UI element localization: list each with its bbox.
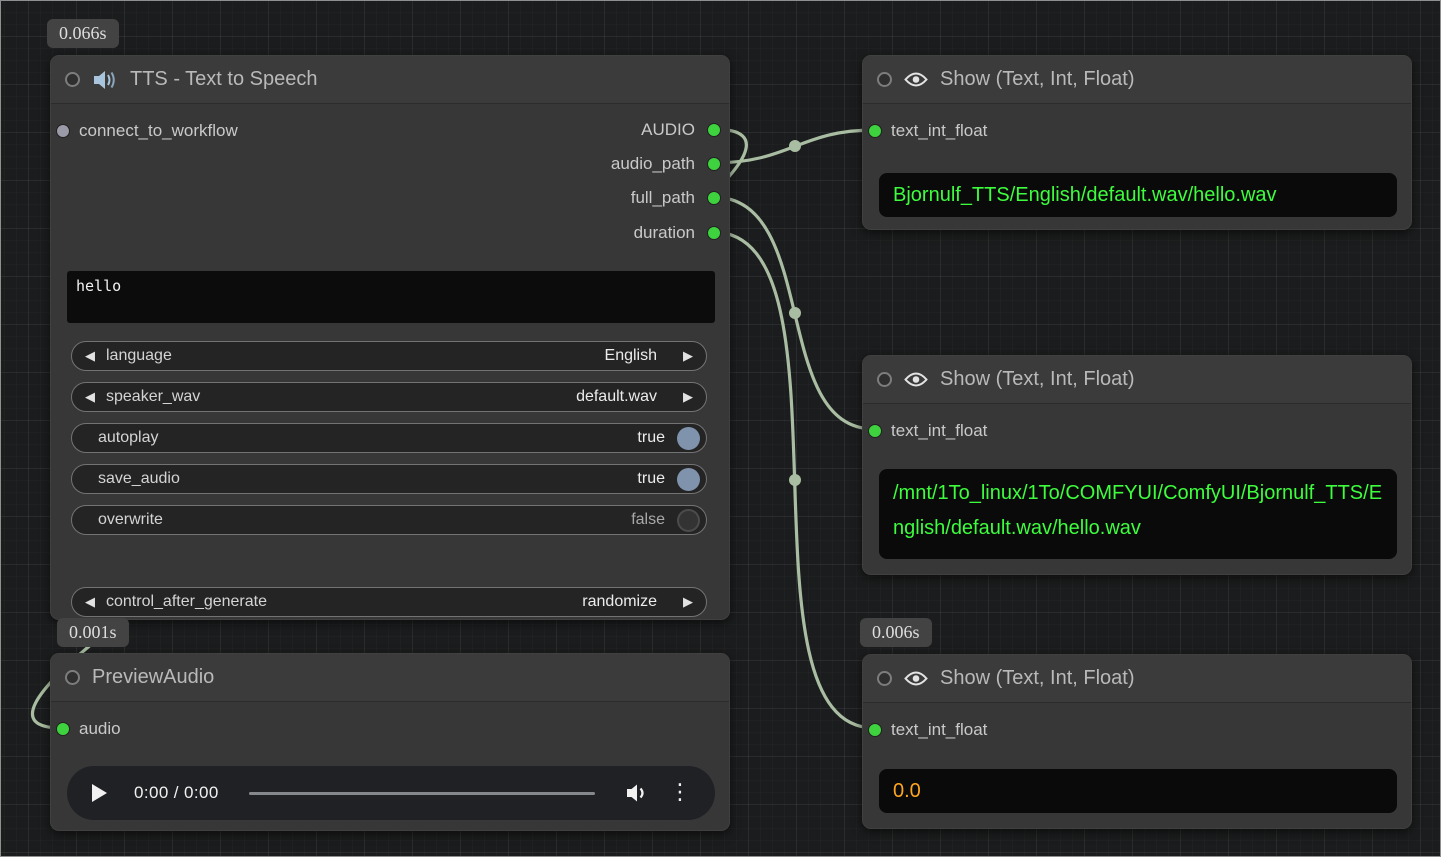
- widget-value: false: [631, 511, 665, 529]
- input-port-connect_to_workflow[interactable]: [57, 125, 69, 137]
- widget-language[interactable]: ◀ language English ▶: [71, 341, 707, 371]
- collapse-toggle[interactable]: [877, 72, 892, 87]
- widget-control_after_generate[interactable]: ◀ control_after_generate randomize ▶: [71, 587, 707, 617]
- node-show-2[interactable]: Show (Text, Int, Float) text_int_float /…: [862, 355, 1412, 575]
- input-label: text_int_float: [891, 419, 987, 443]
- input-label: text_int_float: [891, 718, 987, 742]
- widget-value: English: [605, 347, 657, 365]
- collapse-toggle[interactable]: [877, 372, 892, 387]
- widget-value: true: [637, 470, 665, 488]
- widget-label: save_audio: [98, 470, 180, 488]
- time-display: 0:00 / 0:00: [134, 783, 219, 803]
- show-text-output[interactable]: Bjornulf_TTS/English/default.wav/hello.w…: [879, 173, 1397, 217]
- output-label-duration: duration: [634, 221, 695, 245]
- widget-value: default.wav: [576, 388, 657, 406]
- show-float-output[interactable]: 0.0: [879, 769, 1397, 813]
- combo-prev-icon[interactable]: ◀: [85, 596, 95, 609]
- widget-label: control_after_generate: [106, 593, 267, 611]
- link-midpoint-dot: [789, 307, 801, 319]
- exec-time-badge-tts: 0.066s: [47, 19, 119, 48]
- output-port-audio_path[interactable]: [708, 158, 720, 170]
- widget-value: true: [637, 429, 665, 447]
- show1-node-header[interactable]: Show (Text, Int, Float): [863, 56, 1411, 104]
- output-label-audio: AUDIO: [641, 118, 695, 142]
- node-title: Show (Text, Int, Float): [940, 667, 1135, 690]
- output-label-audio_path: audio_path: [611, 152, 695, 176]
- widget-value: randomize: [582, 593, 657, 611]
- input-port-audio[interactable]: [57, 723, 69, 735]
- node-tts[interactable]: TTS - Text to Speech connect_to_workflow…: [50, 55, 730, 620]
- input-label: audio: [79, 717, 121, 741]
- toggle-knob[interactable]: [677, 427, 700, 450]
- node-preview-audio[interactable]: PreviewAudio audio 0:00 / 0:00 ⋮: [50, 653, 730, 831]
- volume-icon[interactable]: [625, 783, 649, 803]
- link-midpoint-dot: [789, 474, 801, 486]
- node-show-1[interactable]: Show (Text, Int, Float) text_int_float B…: [862, 55, 1412, 230]
- node-title: PreviewAudio: [92, 666, 214, 689]
- collapse-toggle[interactable]: [877, 671, 892, 686]
- audio-player[interactable]: 0:00 / 0:00 ⋮: [67, 766, 715, 820]
- widget-save_audio[interactable]: save_audio true: [71, 464, 707, 494]
- eye-icon: [904, 670, 928, 687]
- show2-node-header[interactable]: Show (Text, Int, Float): [863, 356, 1411, 404]
- play-button[interactable]: [91, 783, 108, 803]
- widget-label: autoplay: [98, 429, 159, 447]
- show-text-output[interactable]: /mnt/1To_linux/1To/COMFYUI/ComfyUI/Bjorn…: [879, 469, 1397, 559]
- input-port-text_int_float[interactable]: [869, 425, 881, 437]
- toggle-knob[interactable]: [677, 468, 700, 491]
- widget-overwrite[interactable]: overwrite false: [71, 505, 707, 535]
- widget-label: language: [106, 347, 172, 365]
- input-port-text_int_float[interactable]: [869, 724, 881, 736]
- widget-label: speaker_wav: [106, 388, 200, 406]
- combo-next-icon[interactable]: ▶: [683, 391, 693, 404]
- text-input[interactable]: hello: [67, 271, 715, 323]
- output-port-duration[interactable]: [708, 227, 720, 239]
- node-title: Show (Text, Int, Float): [940, 68, 1135, 91]
- eye-icon: [904, 371, 928, 388]
- collapse-toggle[interactable]: [65, 72, 80, 87]
- toggle-knob[interactable]: [677, 509, 700, 532]
- exec-time-badge-preview: 0.001s: [57, 618, 129, 647]
- widget-speaker_wav[interactable]: ◀ speaker_wav default.wav ▶: [71, 382, 707, 412]
- node-title: Show (Text, Int, Float): [940, 368, 1135, 391]
- overflow-menu-icon[interactable]: ⋮: [669, 782, 691, 804]
- tts-node-header[interactable]: TTS - Text to Speech: [51, 56, 729, 104]
- combo-prev-icon[interactable]: ◀: [85, 350, 95, 363]
- show3-node-header[interactable]: Show (Text, Int, Float): [863, 655, 1411, 703]
- output-label-full_path: full_path: [631, 186, 695, 210]
- seek-slider[interactable]: [249, 792, 595, 795]
- combo-next-icon[interactable]: ▶: [683, 350, 693, 363]
- exec-time-badge-show3: 0.006s: [860, 618, 932, 647]
- node-show-3[interactable]: Show (Text, Int, Float) text_int_float 0…: [862, 654, 1412, 829]
- input-port-text_int_float[interactable]: [869, 125, 881, 137]
- combo-prev-icon[interactable]: ◀: [85, 391, 95, 404]
- combo-next-icon[interactable]: ▶: [683, 596, 693, 609]
- tts-speaker-icon: [92, 69, 118, 91]
- output-port-audio[interactable]: [708, 124, 720, 136]
- output-port-full_path[interactable]: [708, 192, 720, 204]
- input-label: connect_to_workflow: [79, 119, 238, 143]
- eye-icon: [904, 71, 928, 88]
- preview-node-header[interactable]: PreviewAudio: [51, 654, 729, 702]
- link-midpoint-dot: [789, 140, 801, 152]
- collapse-toggle[interactable]: [65, 670, 80, 685]
- widget-autoplay[interactable]: autoplay true: [71, 423, 707, 453]
- widget-label: overwrite: [98, 511, 163, 529]
- node-title: TTS - Text to Speech: [130, 68, 318, 91]
- input-label: text_int_float: [891, 119, 987, 143]
